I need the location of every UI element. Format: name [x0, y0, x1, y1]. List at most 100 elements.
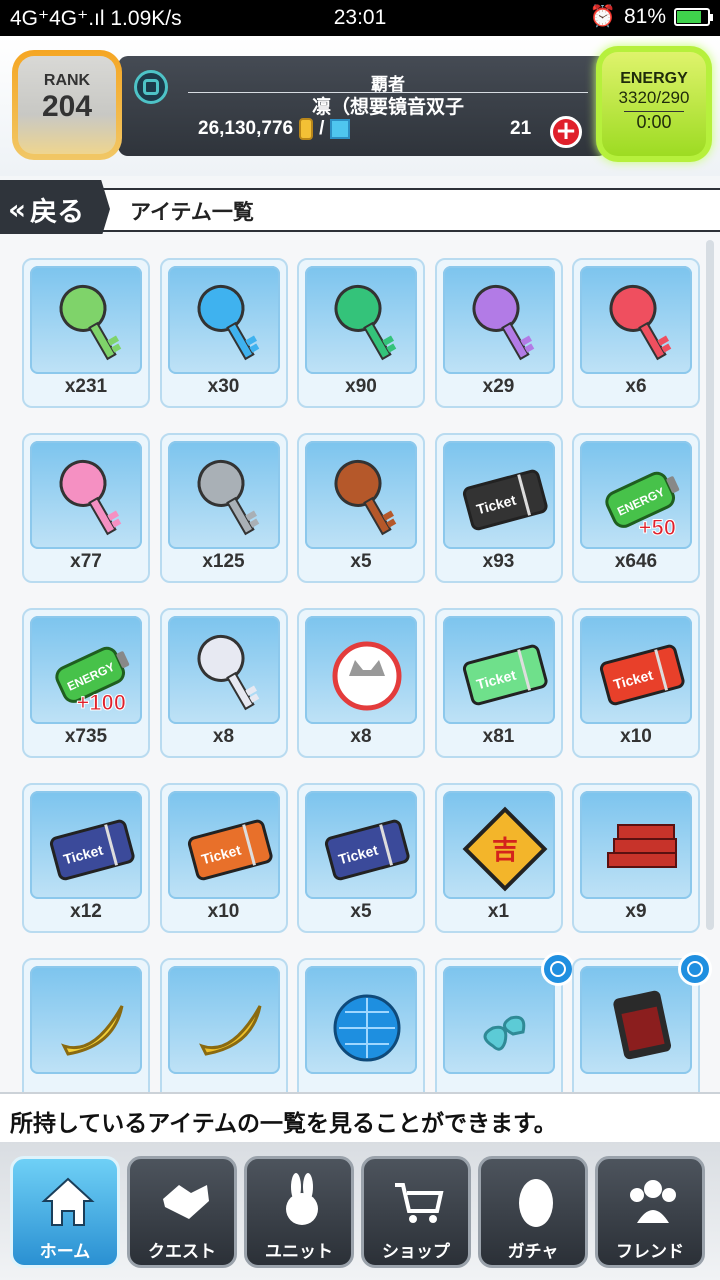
item-tile[interactable]: ENERGY +100 x735: [22, 608, 150, 758]
item-count: x81: [482, 726, 515, 747]
battery-icon: [674, 8, 713, 26]
item-tile[interactable]: Ticket x93: [434, 433, 563, 583]
item-tile[interactable]: Ticket x5: [297, 783, 425, 933]
add-gems-button[interactable]: +: [550, 116, 582, 148]
friends-icon: [623, 1171, 683, 1231]
crown-ticket-icon: Ticket: [457, 626, 553, 722]
item-frame: [442, 966, 555, 1074]
item-tile[interactable]: x231: [22, 258, 150, 408]
item-tile[interactable]: Ticket x81: [434, 608, 563, 758]
item-tile[interactable]: 吉 x1: [434, 783, 563, 933]
item-frame: [305, 616, 417, 724]
item-tile[interactable]: x8: [297, 608, 425, 758]
item-tile[interactable]: x8: [159, 608, 288, 758]
golden-bananas-icon: [182, 976, 278, 1072]
item-count: x93: [482, 551, 515, 572]
tab-friend[interactable]: フレンド: [595, 1156, 705, 1268]
tab-gacha[interactable]: ガチャ: [478, 1156, 588, 1268]
tab-shop[interactable]: ショップ: [361, 1156, 471, 1268]
rainbow-bunny-key-icon: [44, 276, 140, 372]
rank-badge: RANK 204: [12, 50, 122, 160]
back-button[interactable]: « 戻る: [0, 180, 110, 238]
handshake-icon: [155, 1171, 215, 1231]
coin-icon: [299, 118, 314, 140]
silver-key-icon: [182, 451, 278, 547]
item-frame: [580, 791, 692, 899]
item-frame: Ticket: [580, 616, 692, 724]
item-frame: [167, 266, 280, 374]
item-grid[interactable]: x231 x30 x90 x29 x6 x77 x125 x5 Ticket x93 ENERGY +…: [0, 234, 720, 1092]
item-count: x1: [487, 901, 510, 922]
banana-icon: [44, 976, 140, 1072]
rainbow-ticket-icon: Ticket: [319, 801, 415, 897]
rank-value: 204: [41, 90, 93, 123]
ticket-icon: Ticket: [457, 451, 553, 547]
item-frame: [30, 966, 142, 1074]
item-frame: [580, 266, 692, 374]
item-tile[interactable]: [22, 958, 150, 1092]
player-header: 覇者 凛（想要镜音双子 26,130,776 / 21 + RANK 204 E…: [0, 36, 720, 176]
item-tile[interactable]: [434, 952, 575, 1092]
item-tile[interactable]: x125: [159, 433, 288, 583]
item-frame: [580, 966, 692, 1074]
item-frame: 吉: [442, 791, 555, 899]
pink-star-key-icon: [44, 451, 140, 547]
disco-ball-icon: [319, 976, 415, 1072]
item-frame: [30, 266, 142, 374]
money-value: 26,130,776: [198, 118, 294, 139]
item-frame: Ticket: [442, 616, 555, 724]
bunny-icon: [272, 1171, 332, 1231]
cart-icon: [389, 1171, 449, 1231]
item-frame: [30, 441, 142, 549]
tab-quest[interactable]: クエスト: [127, 1156, 237, 1268]
item-count: x9: [625, 901, 647, 922]
item-tile[interactable]: x77: [22, 433, 150, 583]
item-tile[interactable]: x90: [297, 258, 425, 408]
super-ticket-icon: Ticket: [182, 801, 278, 897]
clock-icon: [678, 952, 712, 986]
item-count: x5: [350, 551, 372, 572]
item-count: x5: [350, 901, 372, 922]
item-tile[interactable]: x6: [572, 258, 700, 408]
red-winged-key-icon: [594, 276, 690, 372]
item-tile[interactable]: [159, 958, 288, 1092]
item-count: x12: [70, 901, 102, 922]
item-count: x231: [64, 376, 108, 397]
item-tile[interactable]: Ticket x10: [572, 608, 700, 758]
item-tile[interactable]: ENERGY +50 x646: [572, 433, 700, 583]
tab-label: ユニット: [265, 1242, 333, 1262]
energy-label: ENERGY: [620, 70, 688, 87]
tab-unit[interactable]: ユニット: [244, 1156, 354, 1268]
item-tile[interactable]: x29: [434, 258, 563, 408]
scrollbar[interactable]: [706, 240, 714, 930]
status-right: ⏰ 81%: [590, 5, 713, 29]
back-chevron-icon: «: [8, 192, 27, 226]
item-frame: [305, 441, 417, 549]
item-count: x10: [207, 901, 240, 922]
item-count: x30: [207, 376, 240, 397]
item-tile[interactable]: Ticket x12: [22, 783, 150, 933]
item-bonus-badge: +50: [638, 515, 676, 541]
bottom-tab-bar: ホーム クエスト ユニット ショップ ガチャ フレンド: [0, 1142, 720, 1280]
emblem-icon[interactable]: [134, 70, 168, 104]
item-tile[interactable]: Ticket x10: [159, 783, 288, 933]
item-tile[interactable]: x5: [297, 433, 425, 583]
sd-card-icon: [594, 976, 690, 1072]
item-count: x8: [212, 726, 235, 747]
item-tile[interactable]: [572, 952, 712, 1092]
tab-home[interactable]: ホーム: [10, 1156, 120, 1268]
item-count: x29: [482, 376, 515, 397]
item-bonus-badge: +100: [76, 690, 127, 716]
energy-badge[interactable]: ENERGY 3320/290 0:00: [596, 46, 712, 162]
rank-label: RANK: [43, 72, 91, 89]
purple-devil-key-icon: [457, 276, 553, 372]
item-count: x6: [625, 376, 647, 397]
item-tile[interactable]: x9: [572, 783, 700, 933]
item-count: x8: [350, 726, 372, 747]
item-frame: Ticket: [167, 791, 280, 899]
item-count: x735: [64, 726, 108, 747]
item-tile[interactable]: [297, 958, 425, 1092]
item-tile[interactable]: x30: [159, 258, 288, 408]
blue-devil-key-icon: [182, 276, 278, 372]
currency-separator: /: [319, 118, 325, 139]
